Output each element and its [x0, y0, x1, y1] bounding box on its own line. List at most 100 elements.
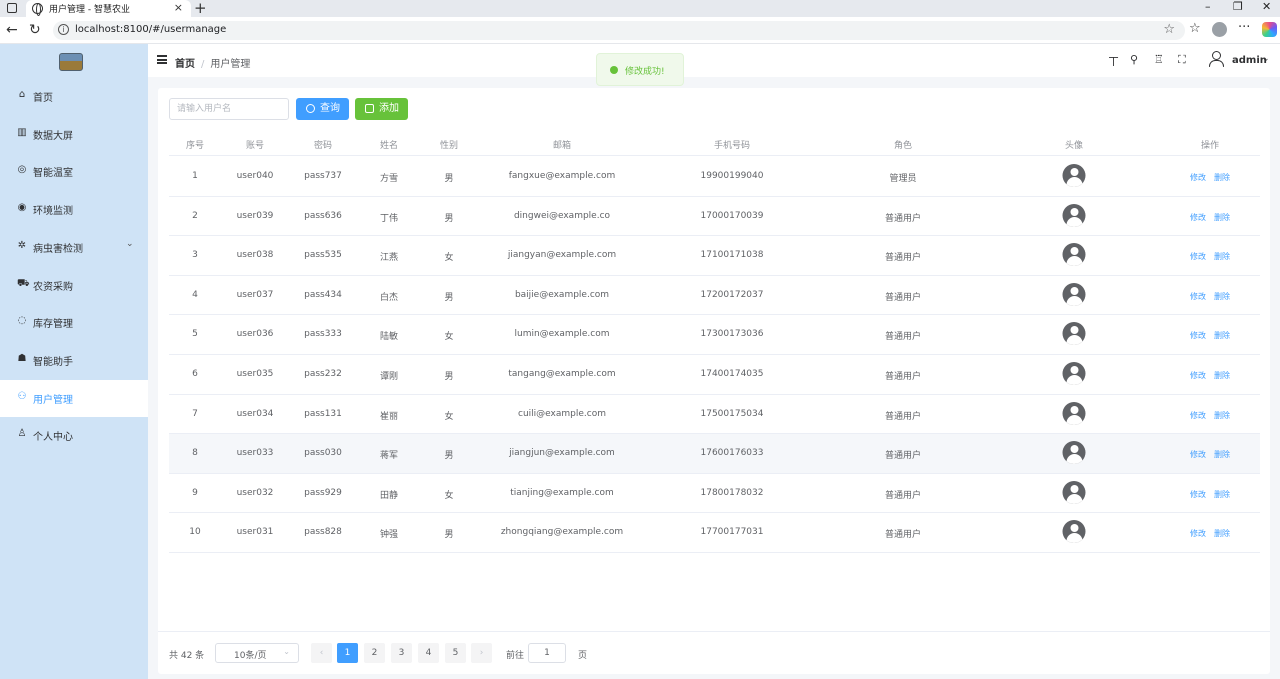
table-row: 6 user035 pass232 谭刚 男 tangang@example.com 174… [169, 355, 1260, 395]
cell-gender: 男 [444, 292, 454, 303]
favorites-icon[interactable]: ☆ [1189, 21, 1201, 36]
theme-icon[interactable]: ♖ [1154, 53, 1164, 66]
avatar [1062, 243, 1086, 267]
page-button[interactable]: 4 [418, 643, 439, 663]
sidebar-item-4[interactable]: ✲ 病虫害检测 ⌄ [0, 229, 148, 266]
next-page-button[interactable]: › [471, 643, 492, 663]
edit-link[interactable]: 修改 [1190, 212, 1206, 223]
back-icon[interactable]: ← [6, 22, 18, 38]
sidebar-item-5[interactable]: ⛟ 农资采购 [0, 267, 148, 304]
add-button[interactable]: 添加 [355, 98, 408, 120]
sidebar-toggle-icon[interactable] [7, 3, 17, 13]
bug-icon: ✲ [17, 240, 27, 251]
delete-link[interactable]: 删除 [1214, 489, 1230, 500]
page-button[interactable]: 2 [364, 643, 385, 663]
edit-link[interactable]: 修改 [1190, 330, 1206, 341]
fullscreen-icon[interactable]: ⛶ [1178, 53, 1186, 67]
cell-password: pass232 [304, 369, 342, 379]
sidebar-item-label: 农资采购 [33, 282, 73, 293]
breadcrumb-home[interactable]: 首页 [175, 59, 195, 70]
sidebar-item-1[interactable]: ▥ 数据大屏 [0, 116, 148, 153]
menu-collapse-icon[interactable] [157, 55, 167, 64]
page-size-select[interactable]: 10条/页 ⌄ [215, 643, 299, 663]
search-icon[interactable]: ⚲ [1130, 53, 1138, 66]
delete-link[interactable]: 删除 [1214, 330, 1230, 341]
delete-link[interactable]: 删除 [1214, 251, 1230, 262]
site-info-icon[interactable]: i [58, 24, 69, 35]
cart-icon: ⛟ [17, 278, 30, 289]
avatar [1062, 520, 1086, 544]
edit-link[interactable]: 修改 [1190, 370, 1206, 381]
copilot-icon[interactable] [1262, 22, 1277, 37]
sidebar-item-9[interactable]: ♙ 个人中心 [0, 417, 148, 454]
delete-link[interactable]: 删除 [1214, 172, 1230, 183]
delete-link[interactable]: 删除 [1214, 212, 1230, 223]
page-button[interactable]: 3 [391, 643, 412, 663]
delete-link[interactable]: 删除 [1214, 449, 1230, 460]
edit-link[interactable]: 修改 [1190, 528, 1206, 539]
cell-gender: 女 [444, 490, 454, 501]
edit-link[interactable]: 修改 [1190, 172, 1206, 183]
new-tab-icon[interactable]: + [194, 0, 207, 17]
edit-link[interactable]: 修改 [1190, 410, 1206, 421]
breadcrumb-current: 用户管理 [210, 59, 251, 70]
sidebar-item-7[interactable]: ☗ 智能助手 [0, 342, 148, 379]
cell-role: 普通用户 [884, 292, 922, 303]
cell-email: fangxue@example.com [508, 171, 616, 181]
tab-close-icon[interactable]: × [174, 1, 183, 14]
close-window-icon[interactable]: ✕ [1262, 0, 1271, 13]
top-header: 首页 / 用户管理 ㄒ ⚲ ♖ ⛶ admin ⌄ [148, 44, 1280, 77]
edit-link[interactable]: 修改 [1190, 489, 1206, 500]
sidebar-item-2[interactable]: ◎ 智能温室 [0, 153, 148, 190]
chevron-down-icon[interactable]: ⌄ [126, 239, 134, 249]
robot-icon: ☗ [17, 353, 27, 364]
sidebar-item-label: 数据大屏 [33, 131, 73, 142]
users-icon: ⚇ [17, 391, 27, 402]
cell-no: 9 [192, 487, 198, 498]
cell-email: lumin@example.com [514, 329, 610, 340]
cell-account: user036 [236, 329, 274, 340]
delete-link[interactable]: 删除 [1214, 528, 1230, 539]
delete-link[interactable]: 删除 [1214, 410, 1230, 421]
maximize-icon[interactable]: ❐ [1233, 0, 1243, 13]
edit-link[interactable]: 修改 [1190, 291, 1206, 302]
sidebar-item-6[interactable]: ◌ 库存管理 [0, 304, 148, 341]
username-search-input[interactable] [169, 98, 289, 120]
edit-link[interactable]: 修改 [1190, 449, 1206, 460]
page-button[interactable]: 1 [337, 643, 358, 663]
cell-gender: 男 [444, 530, 454, 541]
more-menu-icon[interactable]: ··· [1238, 20, 1250, 35]
bookmark-star-icon[interactable]: ☆ [1163, 22, 1175, 37]
sidebar-item-label: 智能温室 [33, 168, 73, 179]
chevron-down-icon[interactable]: ⌄ [1262, 54, 1270, 64]
delete-link[interactable]: 删除 [1214, 370, 1230, 381]
edit-link[interactable]: 修改 [1190, 251, 1206, 262]
sidebar-item-8[interactable]: ⚇ 用户管理 [0, 380, 148, 417]
minimize-icon[interactable]: – [1205, 0, 1211, 13]
url-field[interactable]: i localhost:8100/#/usermanage ☆ [53, 21, 1185, 40]
chevron-down-icon: ⌄ [283, 647, 290, 656]
delete-link[interactable]: 删除 [1214, 291, 1230, 302]
translate-icon[interactable]: ㄒ [1108, 53, 1119, 69]
profile-avatar[interactable] [1212, 22, 1227, 37]
breadcrumb: 首页 / 用户管理 [175, 55, 250, 70]
sidebar-item-3[interactable]: ◉ 环境监测 [0, 191, 148, 228]
app-logo [59, 53, 83, 71]
cell-no: 7 [192, 408, 198, 419]
cell-email: dingwei@example.co [513, 210, 611, 221]
page-button[interactable]: 5 [445, 643, 466, 663]
user-avatar-icon[interactable] [1208, 51, 1225, 68]
search-button[interactable]: 查询 [296, 98, 349, 120]
monitor-icon: ◉ [17, 202, 27, 213]
cell-role: 普通用户 [884, 530, 922, 541]
column-header: 头像 [1064, 141, 1084, 151]
goto-page-input[interactable] [528, 643, 566, 663]
cell-phone: 17100171038 [700, 250, 764, 261]
cell-phone: 17400174035 [700, 369, 764, 379]
browser-tab[interactable]: 用户管理 - 智慧农业 × [26, 0, 191, 17]
reload-icon[interactable]: ↻ [29, 22, 41, 38]
sidebar-item-0[interactable]: ⌂ 首页 [0, 78, 148, 115]
cell-gender: 男 [444, 174, 454, 184]
prev-page-button[interactable]: ‹ [311, 643, 332, 663]
total-count: 共 42 条 [169, 651, 205, 661]
